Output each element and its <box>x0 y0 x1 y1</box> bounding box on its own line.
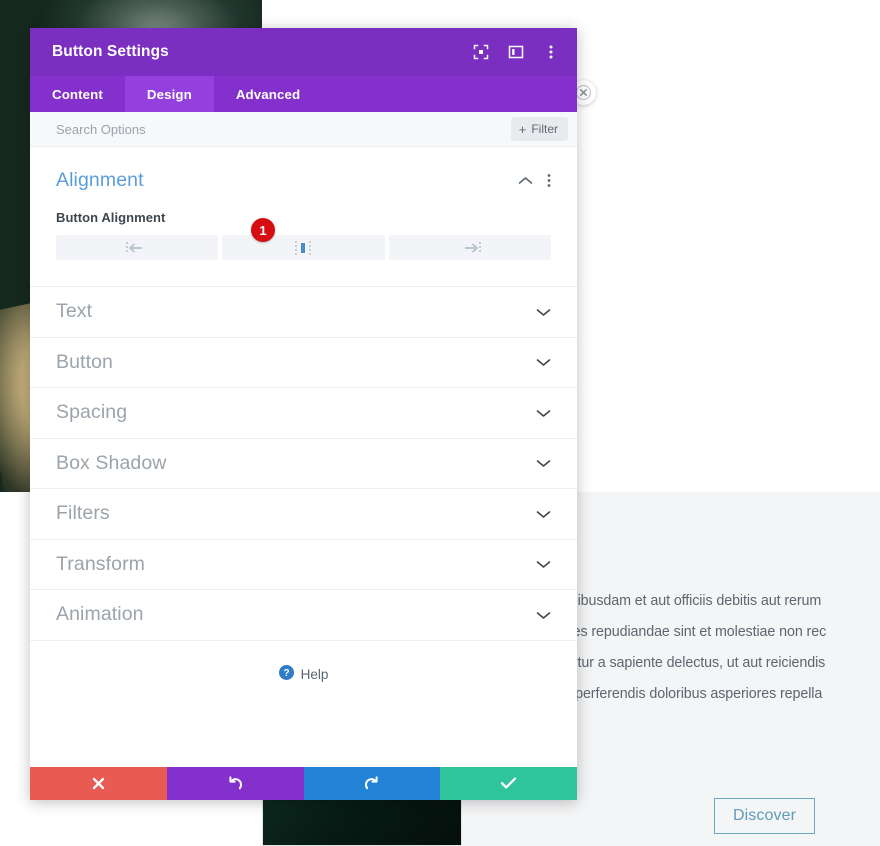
tab-design[interactable]: Design <box>124 76 214 112</box>
button-settings-modal: Button Settings Content Design Advanced … <box>30 28 577 800</box>
section-row-label: Transform <box>56 552 146 575</box>
chevron-down-icon[interactable] <box>536 610 551 620</box>
section-alignment-controls <box>518 173 551 188</box>
layout-panel-icon[interactable] <box>506 42 526 62</box>
save-button[interactable] <box>440 766 577 800</box>
align-center-button[interactable] <box>222 235 385 260</box>
step-badge-1: 1 <box>251 218 275 242</box>
page-root: us autem quibusdam et aut officiis debit… <box>0 0 880 846</box>
modal-footer <box>30 766 577 800</box>
section-row-spacing[interactable]: Spacing <box>30 388 577 439</box>
chevron-down-icon[interactable] <box>536 509 551 519</box>
undo-button[interactable] <box>166 766 304 800</box>
section-row-label: Filters <box>56 502 110 525</box>
align-right-button[interactable] <box>388 235 551 260</box>
section-alignment-title: Alignment <box>56 169 144 191</box>
plus-icon: + <box>518 121 527 137</box>
section-row-label: Button <box>56 350 113 373</box>
tab-content[interactable]: Content <box>30 76 125 112</box>
svg-text:?: ? <box>283 668 289 679</box>
search-input[interactable] <box>56 121 511 137</box>
more-vertical-icon[interactable] <box>541 42 561 62</box>
background-dark-image-card <box>262 792 462 846</box>
section-more-vertical-icon[interactable] <box>547 173 551 188</box>
chevron-down-icon[interactable] <box>536 559 551 569</box>
search-options-bar: + Filter <box>30 112 577 147</box>
help-circle-icon: ? <box>278 664 294 685</box>
section-row-button[interactable]: Button <box>30 338 577 388</box>
section-row-label: Animation <box>56 603 144 626</box>
section-row-label: Spacing <box>56 401 128 424</box>
focus-target-icon[interactable] <box>471 42 491 62</box>
section-row-box-shadow[interactable]: Box Shadow <box>30 439 577 489</box>
tab-advanced[interactable]: Advanced <box>214 76 322 112</box>
chevron-down-icon[interactable] <box>536 357 551 367</box>
modal-header-actions <box>471 42 561 62</box>
redo-button[interactable] <box>303 766 441 800</box>
section-alignment: Alignment Button Alignment 1 <box>30 147 577 287</box>
chevron-down-icon[interactable] <box>536 307 551 317</box>
help-label: Help <box>300 667 329 682</box>
section-row-filters[interactable]: Filters <box>30 489 577 540</box>
chevron-down-icon[interactable] <box>536 458 551 468</box>
button-alignment-control: 1 <box>56 218 551 260</box>
section-row-label: Text <box>56 300 93 323</box>
section-alignment-header[interactable]: Alignment <box>56 169 551 192</box>
help-button[interactable]: ? Help <box>278 664 329 685</box>
discover-button[interactable]: Discover <box>714 798 815 834</box>
section-row-text[interactable]: Text <box>30 287 577 338</box>
button-alignment-label: Button Alignment <box>56 210 166 225</box>
filter-button-label: Filter <box>531 122 558 136</box>
modal-header: Button Settings <box>30 28 577 76</box>
modal-title: Button Settings <box>52 43 169 60</box>
align-left-button[interactable] <box>56 235 219 260</box>
section-row-transform[interactable]: Transform <box>30 540 577 590</box>
help-area: ? Help <box>30 640 577 767</box>
section-row-label: Box Shadow <box>56 451 167 474</box>
modal-tabbar: Content Design Advanced <box>30 76 577 112</box>
filter-button[interactable]: + Filter <box>510 117 568 141</box>
section-row-animation[interactable]: Animation <box>30 590 577 641</box>
chevron-down-icon[interactable] <box>536 408 551 418</box>
chevron-up-icon[interactable] <box>518 176 533 186</box>
cancel-button[interactable] <box>30 766 167 800</box>
